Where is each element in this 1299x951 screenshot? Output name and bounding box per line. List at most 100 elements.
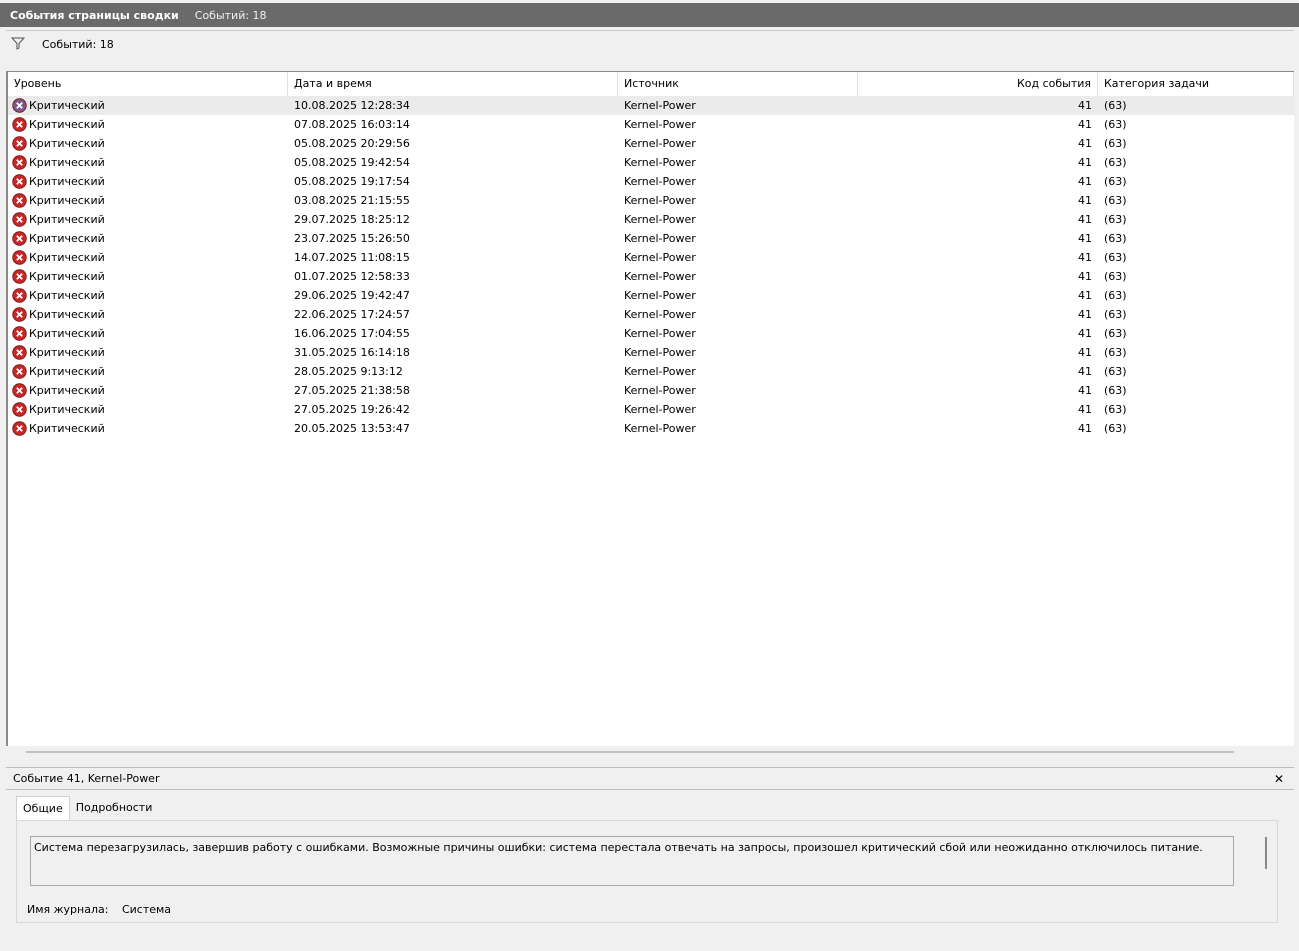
cell-task-category: (63)	[1104, 156, 1127, 169]
level-text: Критический	[29, 327, 105, 340]
cell-task-category: (63)	[1104, 137, 1127, 150]
table-row[interactable]: Критический 07.08.2025 16:03:14 Kernel-Pow…	[8, 115, 1294, 134]
event-count-label: Событий: 18	[42, 38, 114, 51]
cell-event-id: 41	[1078, 289, 1092, 302]
cell-datetime: 16.06.2025 17:04:55	[294, 327, 410, 340]
table-row[interactable]: Критический 14.07.2025 11:08:15 Kernel-Pow…	[8, 248, 1294, 267]
cell-datetime: 28.05.2025 9:13:12	[294, 365, 403, 378]
cell-source: Kernel-Power	[624, 365, 696, 378]
table-row[interactable]: Критический 23.07.2025 15:26:50 Kernel-Pow…	[8, 229, 1294, 248]
event-detail-header: Событие 41, Kernel-Power ✕	[6, 768, 1294, 790]
level-text: Критический	[29, 118, 105, 131]
cell-source: Kernel-Power	[624, 194, 696, 207]
cell-datetime: 27.05.2025 21:38:58	[294, 384, 410, 397]
level-text: Критический	[29, 99, 105, 112]
cell-task-category: (63)	[1104, 270, 1127, 283]
log-name-row: Имя журнала: Система	[27, 903, 171, 916]
table-row[interactable]: Критический 10.08.2025 12:28:34 Kernel-Pow…	[8, 96, 1294, 115]
cell-datetime: 20.05.2025 13:53:47	[294, 422, 410, 435]
cell-task-category: (63)	[1104, 384, 1127, 397]
filter-icon[interactable]	[11, 37, 25, 50]
cell-event-id: 41	[1078, 251, 1092, 264]
cell-level: Критический	[8, 343, 288, 362]
cell-datetime: 05.08.2025 19:42:54	[294, 156, 410, 169]
events-table: Уровень Дата и время Источник Код событи…	[6, 71, 1294, 747]
cell-task-category: (63)	[1104, 175, 1127, 188]
table-row[interactable]: Критический 31.05.2025 16:14:18 Kernel-Pow…	[8, 343, 1294, 362]
table-header: Уровень Дата и время Источник Код событи…	[8, 72, 1294, 96]
column-header-level[interactable]: Уровень	[8, 72, 288, 96]
critical-error-icon	[12, 402, 27, 417]
column-header-source[interactable]: Источник	[618, 72, 858, 96]
cell-task-category: (63)	[1104, 308, 1127, 321]
column-header-task-category[interactable]: Категория задачи	[1098, 72, 1294, 96]
level-text: Критический	[29, 175, 105, 188]
table-row[interactable]: Критический 05.08.2025 19:17:54 Kernel-Pow…	[8, 172, 1294, 191]
cell-event-id: 41	[1078, 403, 1092, 416]
cell-level: Критический	[8, 229, 288, 248]
close-icon[interactable]: ✕	[1274, 768, 1284, 790]
table-row[interactable]: Критический 27.05.2025 19:26:42 Kernel-Pow…	[8, 400, 1294, 419]
table-row[interactable]: Критический 16.06.2025 17:04:55 Kernel-Pow…	[8, 324, 1294, 343]
cell-source: Kernel-Power	[624, 118, 696, 131]
tab-general[interactable]: Общие	[16, 796, 70, 820]
table-row[interactable]: Критический 29.06.2025 19:42:47 Kernel-Pow…	[8, 286, 1294, 305]
cell-event-id: 41	[1078, 194, 1092, 207]
panel-titlebar: События страницы сводки Событий: 18	[0, 3, 1299, 27]
cell-level: Критический	[8, 400, 288, 419]
critical-error-icon	[12, 98, 27, 113]
tab-details[interactable]: Подробности	[70, 796, 159, 820]
log-name-value: Система	[121, 903, 172, 916]
cell-task-category: (63)	[1104, 99, 1127, 112]
cell-datetime: 03.08.2025 21:15:55	[294, 194, 410, 207]
level-text: Критический	[29, 365, 105, 378]
cell-source: Kernel-Power	[624, 137, 696, 150]
scrollbar-thumb[interactable]	[26, 751, 1234, 753]
cell-task-category: (63)	[1104, 422, 1127, 435]
cell-task-category: (63)	[1104, 403, 1127, 416]
cell-datetime: 23.07.2025 15:26:50	[294, 232, 410, 245]
cell-source: Kernel-Power	[624, 289, 696, 302]
cell-level: Критический	[8, 305, 288, 324]
cell-datetime: 07.08.2025 16:03:14	[294, 118, 410, 131]
cell-level: Критический	[8, 96, 288, 115]
cell-event-id: 41	[1078, 422, 1092, 435]
table-row[interactable]: Критический 20.05.2025 13:53:47 Kernel-Pow…	[8, 419, 1294, 438]
level-text: Критический	[29, 346, 105, 359]
cell-task-category: (63)	[1104, 118, 1127, 131]
cell-event-id: 41	[1078, 156, 1092, 169]
table-row[interactable]: Критический 03.08.2025 21:15:55 Kernel-Pow…	[8, 191, 1294, 210]
cell-event-id: 41	[1078, 270, 1092, 283]
table-row[interactable]: Критический 22.06.2025 17:24:57 Kernel-Pow…	[8, 305, 1294, 324]
cell-datetime: 05.08.2025 20:29:56	[294, 137, 410, 150]
table-row[interactable]: Критический 01.07.2025 12:58:33 Kernel-Pow…	[8, 267, 1294, 286]
critical-error-icon	[12, 345, 27, 360]
column-header-event-id[interactable]: Код события	[858, 72, 1098, 96]
cell-source: Kernel-Power	[624, 384, 696, 397]
cell-event-id: 41	[1078, 346, 1092, 359]
critical-error-icon	[12, 212, 27, 227]
column-header-datetime[interactable]: Дата и время	[288, 72, 618, 96]
cell-source: Kernel-Power	[624, 99, 696, 112]
cell-source: Kernel-Power	[624, 403, 696, 416]
critical-error-icon	[12, 269, 27, 284]
table-row[interactable]: Критический 28.05.2025 9:13:12 Kernel-Powe…	[8, 362, 1294, 381]
table-row[interactable]: Критический 05.08.2025 20:29:56 Kernel-Pow…	[8, 134, 1294, 153]
table-row[interactable]: Критический 05.08.2025 19:42:54 Kernel-Pow…	[8, 153, 1294, 172]
horizontal-scrollbar[interactable]	[6, 746, 1294, 758]
critical-error-icon	[12, 421, 27, 436]
critical-error-icon	[12, 250, 27, 265]
critical-error-icon	[12, 174, 27, 189]
level-text: Критический	[29, 289, 105, 302]
level-text: Критический	[29, 213, 105, 226]
table-row[interactable]: Критический 29.07.2025 18:25:12 Kernel-Pow…	[8, 210, 1294, 229]
cell-level: Критический	[8, 362, 288, 381]
event-detail-pane: Событие 41, Kernel-Power ✕ Общие Подробн…	[6, 767, 1294, 938]
level-text: Критический	[29, 384, 105, 397]
level-text: Критический	[29, 270, 105, 283]
critical-error-icon	[12, 307, 27, 322]
critical-error-icon	[12, 288, 27, 303]
critical-error-icon	[12, 155, 27, 170]
vertical-scrollbar[interactable]	[1265, 837, 1267, 869]
table-row[interactable]: Критический 27.05.2025 21:38:58 Kernel-Pow…	[8, 381, 1294, 400]
